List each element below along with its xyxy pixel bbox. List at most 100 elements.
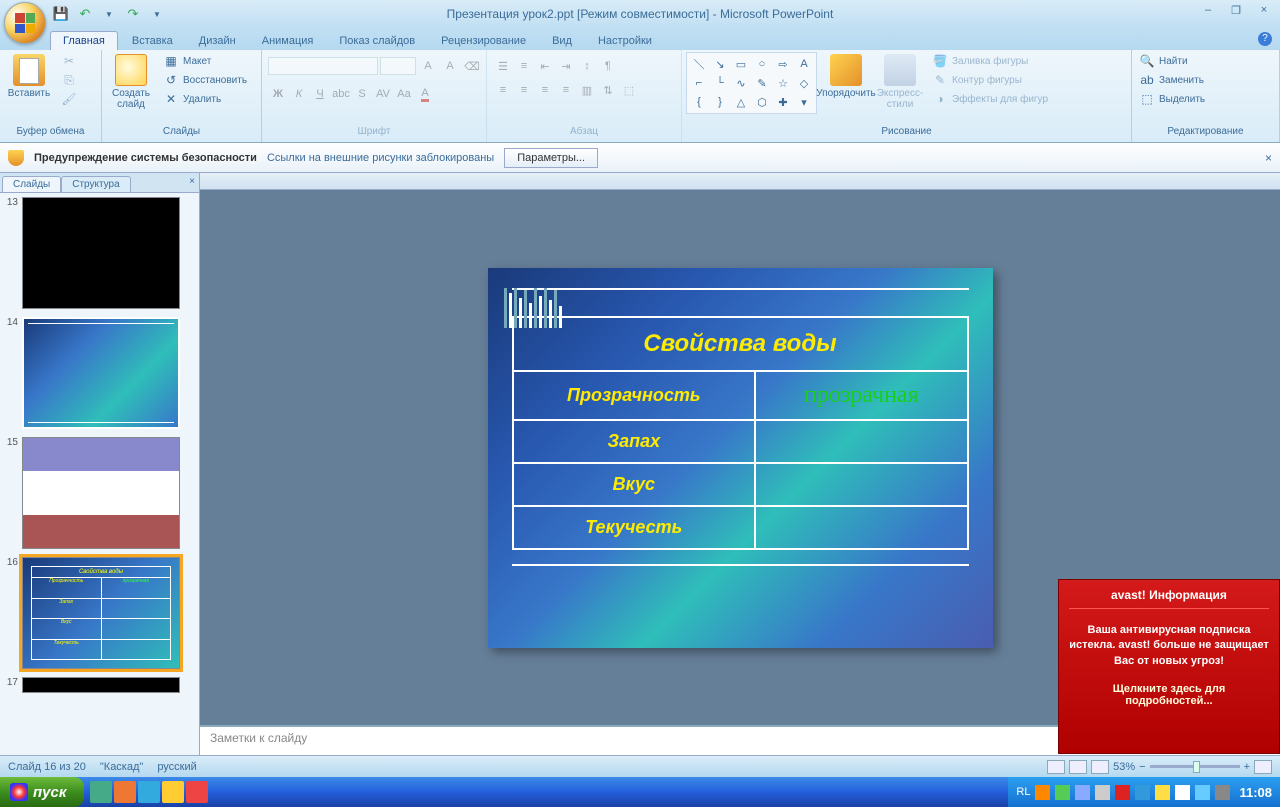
thumb-15[interactable]: 15 bbox=[4, 437, 195, 549]
start-button[interactable]: пуск bbox=[0, 777, 84, 807]
smartart-button[interactable]: ⬚ bbox=[619, 80, 639, 100]
row-value[interactable] bbox=[755, 420, 967, 463]
help-button[interactable]: ? bbox=[1258, 32, 1272, 46]
current-slide[interactable]: Свойства воды Прозрачностьпрозрачная Зап… bbox=[488, 268, 993, 648]
shape-free-icon[interactable]: ✎ bbox=[752, 74, 772, 92]
row-value[interactable]: прозрачная bbox=[755, 371, 967, 420]
replace-button[interactable]: abЗаменить bbox=[1136, 71, 1208, 89]
thumb-17[interactable]: 17 bbox=[4, 677, 195, 693]
shape-star-icon[interactable]: ☆ bbox=[773, 74, 793, 92]
slide-table[interactable]: Свойства воды Прозрачностьпрозрачная Зап… bbox=[512, 316, 969, 550]
thumb-14[interactable]: 14 bbox=[4, 317, 195, 429]
shape-conn-icon[interactable]: ⌐ bbox=[689, 74, 709, 92]
slide-title[interactable]: Свойства воды bbox=[513, 317, 968, 371]
security-close-button[interactable]: × bbox=[1265, 151, 1272, 165]
view-sorter-button[interactable] bbox=[1069, 760, 1087, 774]
row-label[interactable]: Текучесть bbox=[513, 506, 756, 549]
font-color-button[interactable]: A bbox=[415, 84, 435, 104]
language-indicator[interactable]: RL bbox=[1016, 786, 1030, 798]
shape-curve-icon[interactable]: ∿ bbox=[731, 74, 751, 92]
align-left-button[interactable]: ≡ bbox=[493, 80, 513, 100]
shape-more-icon[interactable]: ▾ bbox=[794, 93, 814, 111]
align-text-button[interactable]: ⇅ bbox=[598, 80, 618, 100]
arrange-button[interactable]: Упорядочить bbox=[821, 52, 871, 101]
thumb-16[interactable]: 16 Свойства воды Прозрачностьпрозрачная … bbox=[4, 557, 195, 669]
zoom-thumb[interactable] bbox=[1193, 761, 1200, 773]
tray-icon[interactable] bbox=[1035, 785, 1050, 800]
view-normal-button[interactable] bbox=[1047, 760, 1065, 774]
quick-styles-button[interactable]: Экспресс-стили bbox=[875, 52, 925, 112]
format-painter-button[interactable]: 🖌 bbox=[58, 90, 80, 108]
tab-home[interactable]: Главная bbox=[50, 31, 118, 50]
columns-button[interactable]: ▥ bbox=[577, 80, 597, 100]
tray-icon[interactable] bbox=[1055, 785, 1070, 800]
reset-button[interactable]: ↺Восстановить bbox=[160, 71, 250, 89]
tray-icon[interactable] bbox=[1195, 785, 1210, 800]
shadow-button[interactable]: S bbox=[352, 84, 372, 104]
tray-icon[interactable] bbox=[1095, 785, 1110, 800]
tab-insert[interactable]: Вставка bbox=[120, 32, 185, 50]
italic-button[interactable]: К bbox=[289, 84, 309, 104]
zoom-slider[interactable] bbox=[1150, 765, 1240, 768]
avast-link[interactable]: Щелкните здесь для подробностей... bbox=[1069, 683, 1269, 707]
row-label[interactable]: Вкус bbox=[513, 463, 756, 506]
thumb-13[interactable]: 13 bbox=[4, 197, 195, 309]
tab-view[interactable]: Вид bbox=[540, 32, 584, 50]
close-button[interactable]: × bbox=[1254, 4, 1274, 20]
shape-hex-icon[interactable]: ⬡ bbox=[752, 93, 772, 111]
shape-plus-icon[interactable]: ✚ bbox=[773, 93, 793, 111]
underline-button[interactable]: Ч bbox=[310, 84, 330, 104]
shape-conn2-icon[interactable]: └ bbox=[710, 74, 730, 92]
zoom-out-button[interactable]: − bbox=[1139, 761, 1145, 773]
shape-tri-icon[interactable]: △ bbox=[731, 93, 751, 111]
tray-icon[interactable] bbox=[1215, 785, 1230, 800]
qat-more-icon[interactable]: ▼ bbox=[148, 5, 166, 23]
shape-oval-icon[interactable]: ○ bbox=[752, 55, 772, 73]
clock[interactable]: 11:08 bbox=[1239, 785, 1272, 800]
new-slide-button[interactable]: Создать слайд bbox=[106, 52, 156, 112]
text-dir-button[interactable]: ¶ bbox=[598, 56, 618, 76]
layout-button[interactable]: ▦Макет bbox=[160, 52, 250, 70]
qat-dropdown-icon[interactable]: ▼ bbox=[100, 5, 118, 23]
tab-review[interactable]: Рецензирование bbox=[429, 32, 538, 50]
align-center-button[interactable]: ≡ bbox=[514, 80, 534, 100]
row-value[interactable] bbox=[755, 463, 967, 506]
grow-font-button[interactable]: A bbox=[418, 56, 438, 76]
shape-outline-button[interactable]: ✎Контур фигуры bbox=[929, 71, 1059, 89]
view-show-button[interactable] bbox=[1091, 760, 1109, 774]
tab-slides[interactable]: Слайды bbox=[2, 176, 61, 192]
tray-icon[interactable] bbox=[1115, 785, 1130, 800]
tray-icon[interactable] bbox=[1075, 785, 1090, 800]
save-icon[interactable]: 💾 bbox=[52, 5, 70, 23]
tray-icon[interactable] bbox=[1155, 785, 1170, 800]
shape-arrow-icon[interactable]: ↘ bbox=[710, 55, 730, 73]
shape-rect-icon[interactable]: ▭ bbox=[731, 55, 751, 73]
zoom-in-button[interactable]: + bbox=[1244, 761, 1250, 773]
fit-button[interactable] bbox=[1254, 760, 1272, 774]
shape-effects-button[interactable]: ◑Эффекты для фигур bbox=[929, 90, 1059, 108]
security-options-button[interactable]: Параметры... bbox=[504, 148, 598, 168]
select-button[interactable]: ⬚Выделить bbox=[1136, 90, 1208, 108]
tab-addins[interactable]: Настройки bbox=[586, 32, 664, 50]
redo-icon[interactable]: ↷ bbox=[124, 5, 142, 23]
tray-icon[interactable] bbox=[1135, 785, 1150, 800]
indent-inc-button[interactable]: ⇥ bbox=[556, 56, 576, 76]
tab-slideshow[interactable]: Показ слайдов bbox=[327, 32, 427, 50]
font-name-input[interactable] bbox=[268, 57, 378, 75]
find-button[interactable]: 🔍Найти bbox=[1136, 52, 1208, 70]
status-language[interactable]: русский bbox=[157, 761, 196, 773]
avast-notification[interactable]: avast! Информация Ваша антивирусная подп… bbox=[1058, 579, 1280, 754]
clear-format-button[interactable]: ⌫ bbox=[462, 56, 482, 76]
shape-line-icon[interactable]: ＼ bbox=[689, 55, 709, 73]
office-button[interactable] bbox=[4, 2, 46, 44]
cut-button[interactable]: ✂ bbox=[58, 52, 80, 70]
shrink-font-button[interactable]: A bbox=[440, 56, 460, 76]
shape-brace-icon[interactable]: { bbox=[689, 93, 709, 111]
row-label[interactable]: Прозрачность bbox=[513, 371, 756, 420]
row-value[interactable] bbox=[755, 506, 967, 549]
spacing-button[interactable]: AV bbox=[373, 84, 393, 104]
bold-button[interactable]: Ж bbox=[268, 84, 288, 104]
align-right-button[interactable]: ≡ bbox=[535, 80, 555, 100]
line-spacing-button[interactable]: ↕ bbox=[577, 56, 597, 76]
tab-outline[interactable]: Структура bbox=[61, 176, 130, 192]
